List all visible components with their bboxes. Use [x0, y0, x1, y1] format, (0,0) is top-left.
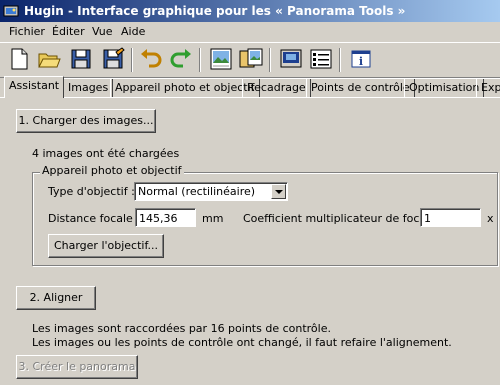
lens-type-select[interactable]: Normal (rectilinéaire) [134, 182, 288, 201]
status-control-points: Les images sont raccordées par 16 points… [32, 322, 331, 335]
menu-vue[interactable]: Vue [92, 25, 113, 38]
tab-camera-lens[interactable]: Appareil photo et objectif [110, 78, 260, 97]
load-images-button[interactable]: 1. Charger des images... [16, 109, 156, 133]
crop-factor-input[interactable]: 1 [420, 208, 481, 227]
tab-control-points[interactable]: Points de contrôle [306, 78, 415, 97]
tab-exposure[interactable]: Exp [476, 78, 500, 97]
menu-bar: Fichier Éditer Vue Aide [0, 22, 500, 41]
status-realign: Les images ou les points de contrôle ont… [32, 336, 452, 349]
lens-type-label: Type d'objectif : [48, 185, 135, 198]
menu-aide[interactable]: Aide [121, 25, 145, 38]
toolbar-separator [199, 48, 201, 72]
focal-length-input[interactable]: 145,36 [135, 208, 196, 227]
title-bar: Hugin - Interface graphique pour les « P… [0, 0, 500, 22]
focal-length-label: Distance focale : [48, 212, 141, 225]
info-icon[interactable]: i [348, 46, 374, 72]
tab-crop[interactable]: Recadrage [242, 78, 311, 97]
camera-lens-group-title: Appareil photo et objectif [40, 164, 184, 177]
toolbar: i [0, 42, 500, 78]
svg-text:i: i [359, 55, 363, 68]
redo-icon[interactable] [168, 46, 194, 72]
lens-type-value: Normal (rectilinéaire) [138, 185, 256, 198]
crop-unit: x [487, 212, 494, 225]
crop-factor-label: Coefficient multiplicateur de focale : [243, 212, 444, 225]
save-as-icon[interactable] [100, 46, 126, 72]
align-button[interactable]: 2. Aligner [16, 286, 96, 310]
tab-bar: Assistant Images Appareil photo et objec… [0, 76, 500, 98]
list-icon[interactable] [308, 46, 334, 72]
load-lens-button[interactable]: Charger l'objectif... [48, 234, 164, 258]
app-icon [3, 3, 19, 19]
menu-editer[interactable]: Éditer [52, 25, 85, 38]
tab-optimisation[interactable]: Optimisation [404, 78, 485, 97]
menu-fichier[interactable]: Fichier [9, 25, 45, 38]
chevron-down-icon[interactable] [271, 184, 286, 199]
images-icon[interactable] [278, 46, 304, 72]
create-panorama-button: 3. Créer le panorama [16, 355, 138, 379]
toolbar-separator [269, 48, 271, 72]
toolbar-separator [339, 48, 341, 72]
focal-unit: mm [202, 212, 224, 225]
toolbar-separator [131, 48, 133, 72]
tab-images[interactable]: Images [63, 78, 114, 97]
preview-icon[interactable] [208, 46, 234, 72]
images-loaded-text: 4 images ont été chargées [32, 147, 180, 160]
save-icon[interactable] [68, 46, 94, 72]
window-title: Hugin - Interface graphique pour les « P… [24, 4, 406, 18]
tab-assistant[interactable]: Assistant [4, 76, 65, 98]
preview-alt-icon[interactable] [238, 46, 264, 72]
open-icon[interactable] [36, 46, 62, 72]
undo-icon[interactable] [138, 46, 164, 72]
new-icon[interactable] [6, 46, 32, 72]
